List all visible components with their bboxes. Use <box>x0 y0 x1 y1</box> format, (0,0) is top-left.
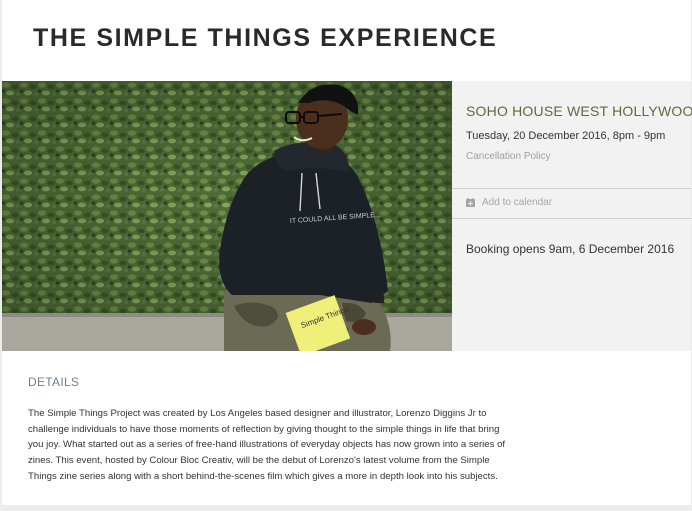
event-hero-image: IT COULD ALL BE SIMPLE... Simple Things <box>2 81 452 351</box>
venue-name[interactable]: SOHO HOUSE WEST HOLLYWOOD <box>466 103 692 119</box>
event-datetime: Tuesday, 20 December 2016, 8pm - 9pm <box>466 130 666 142</box>
description-line: Things zine series along with a short be… <box>28 470 498 482</box>
event-title: THE SIMPLE THINGS EXPERIENCE <box>33 24 498 52</box>
description-line: challenge individuals to have those mome… <box>28 423 500 435</box>
booking-opens-text: Booking opens 9am, 6 December 2016 <box>466 242 675 256</box>
details-heading: DETAILS <box>28 375 80 389</box>
cancellation-policy-link[interactable]: Cancellation Policy <box>466 151 551 162</box>
event-info-panel: SOHO HOUSE WEST HOLLYWOOD Tuesday, 20 De… <box>452 81 692 351</box>
add-to-calendar-label: Add to calendar <box>482 197 553 208</box>
description-line: you joy. What started out as a series of… <box>28 439 506 451</box>
divider <box>452 188 691 189</box>
add-to-calendar-button[interactable]: Add to calendar <box>466 197 552 208</box>
description-line: zines. This event, hosted by Colour Bloc… <box>28 455 490 467</box>
divider <box>452 218 691 219</box>
event-card: THE SIMPLE THINGS EXPERIENCE IT COULD AL… <box>2 0 692 505</box>
calendar-plus-icon <box>466 198 475 207</box>
description-line: The Simple Things Project was created by… <box>28 408 487 419</box>
event-description: The Simple Things Project was created by… <box>28 406 548 485</box>
